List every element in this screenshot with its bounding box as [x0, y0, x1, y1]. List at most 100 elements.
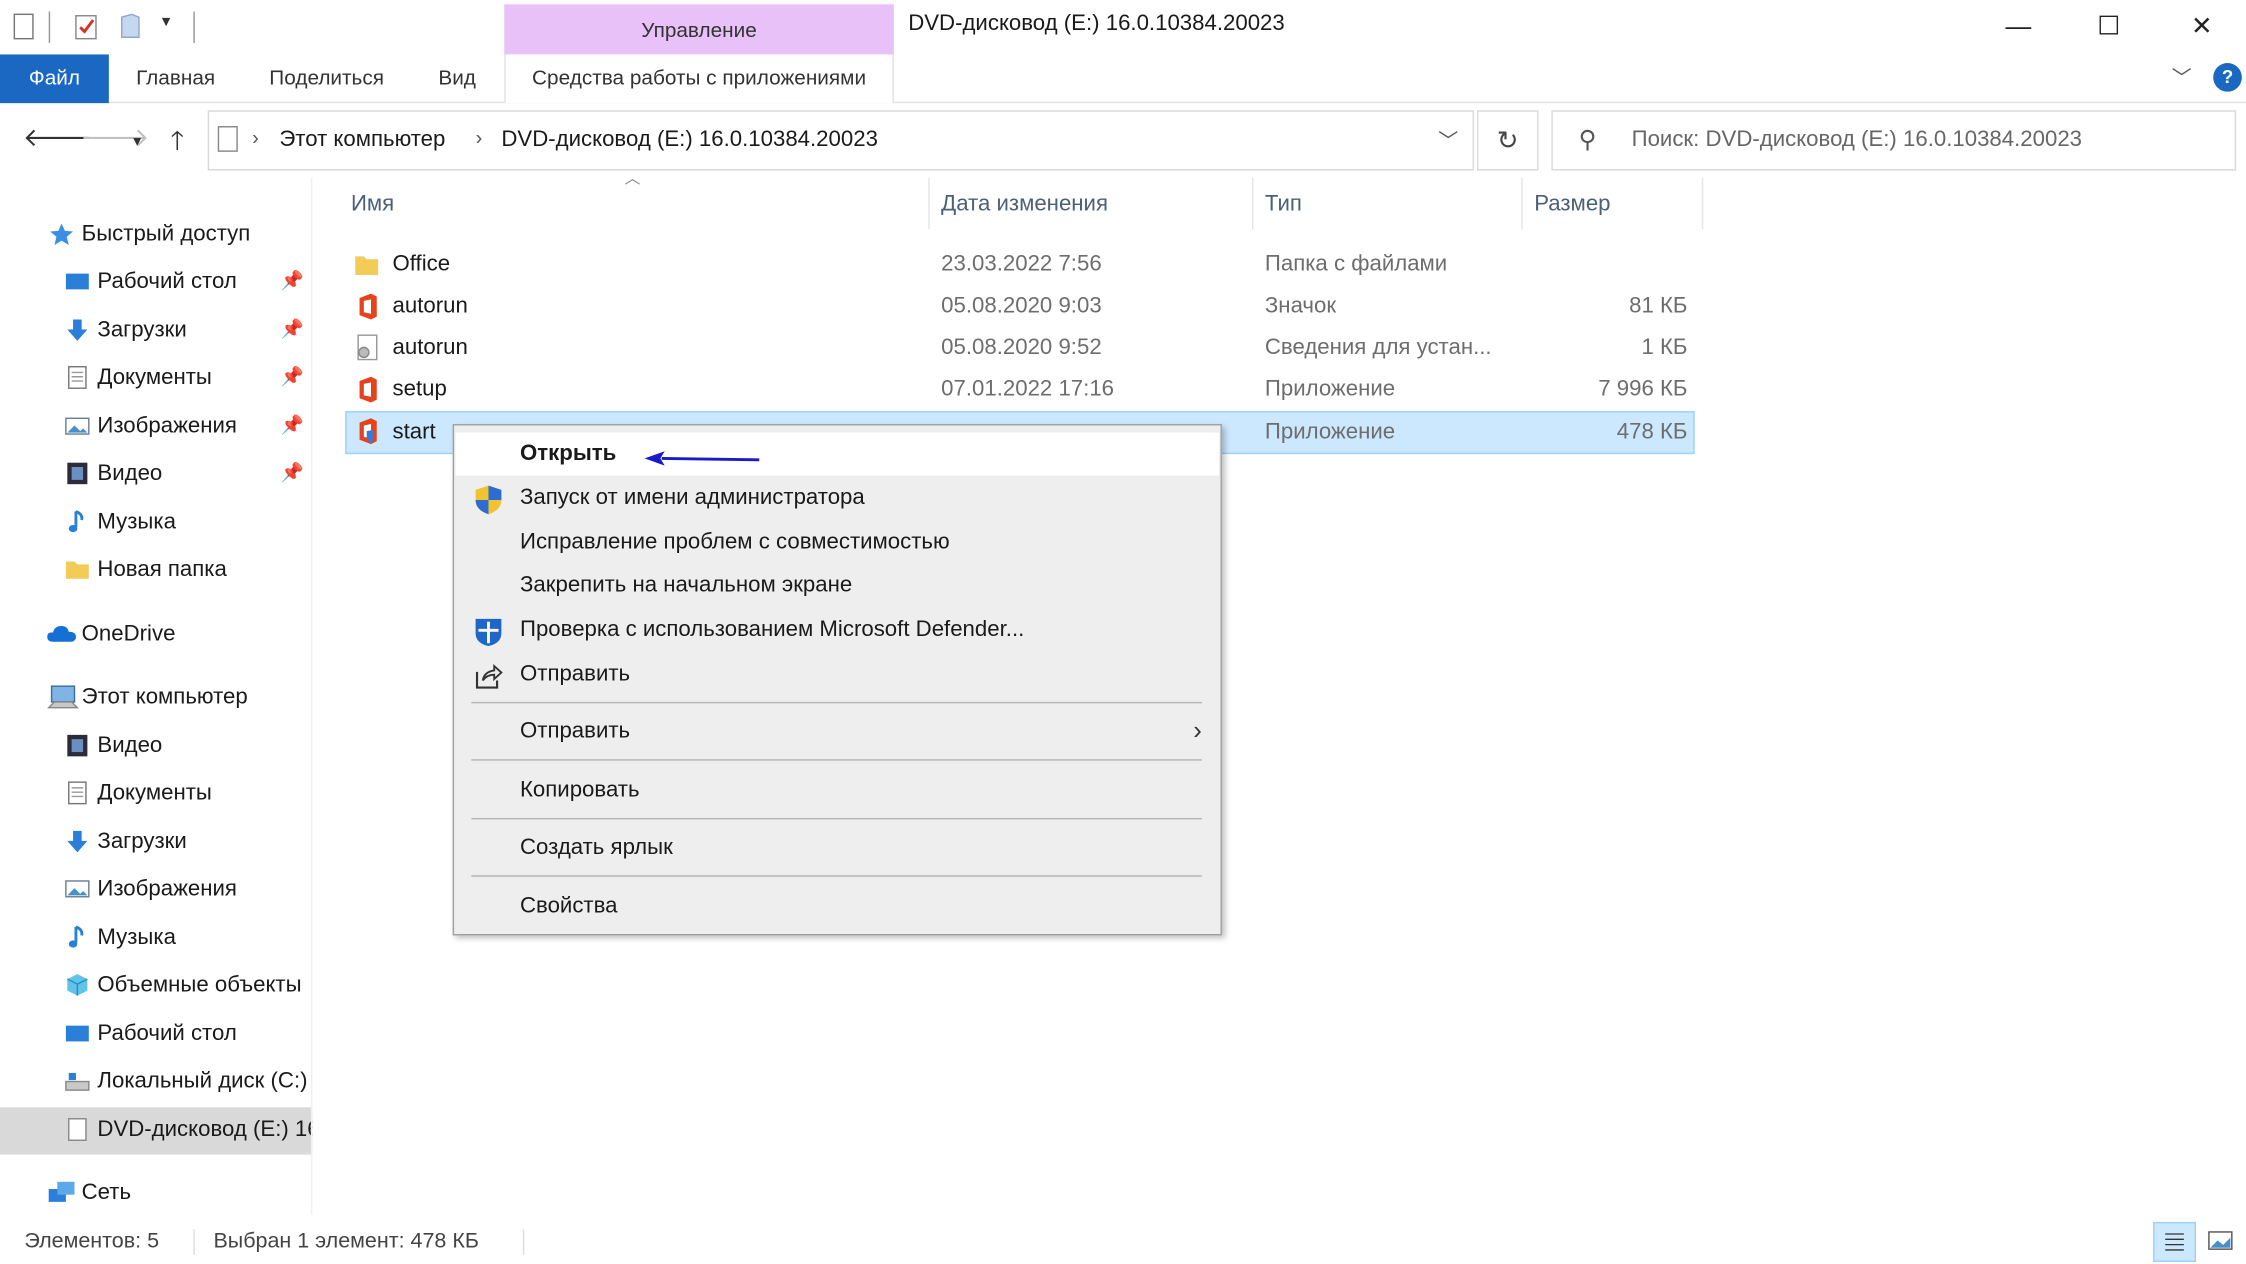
- sidebar-item-label: Музыка: [97, 509, 176, 535]
- sidebar-item-new-folder[interactable]: Новая папка: [0, 547, 312, 594]
- sidebar-item-network[interactable]: Сеть: [0, 1170, 312, 1217]
- pin-icon[interactable]: 📌: [281, 461, 304, 484]
- sidebar-item-onedrive[interactable]: OneDrive: [0, 612, 312, 659]
- breadcrumb-dvd-drive[interactable]: DVD-дисковод (E:) 16.0.10384.20023: [501, 127, 878, 153]
- file-date: 07.01.2022 17:16: [941, 376, 1115, 402]
- column-header-type[interactable]: Тип: [1265, 192, 1302, 246]
- tab-share[interactable]: Поделиться: [269, 54, 384, 103]
- divider: [48, 11, 51, 43]
- file-name: Office: [392, 252, 451, 277]
- refresh-icon[interactable]: ↻: [1476, 110, 1539, 171]
- details-view-icon[interactable]: [2153, 1221, 2197, 1263]
- column-header-name[interactable]: Имя: [351, 192, 394, 246]
- video-icon: [67, 462, 88, 485]
- address-bar[interactable]: › Этот компьютер › DVD-дисковод (E:) 16.…: [207, 110, 1475, 171]
- sidebar-item-3d-objects[interactable]: Объемные объекты: [0, 963, 312, 1010]
- pane-divider[interactable]: [310, 177, 313, 1215]
- sidebar-item-music[interactable]: Музыка: [0, 500, 312, 547]
- search-placeholder: Поиск: DVD-дисковод (E:) 16.0.10384.2002…: [1631, 127, 2083, 152]
- customize-toolbar-dropdown[interactable]: ▼: [159, 14, 173, 30]
- new-folder-icon[interactable]: [117, 13, 143, 42]
- tab-home[interactable]: Главная: [136, 54, 215, 103]
- sidebar-item-dvd-drive[interactable]: DVD-дисковод (E:) 16.0.10384.20023: [0, 1107, 313, 1155]
- file-row[interactable]: Office 23.03.2022 7:56 Папка с файлами: [345, 245, 1694, 287]
- menu-item-label: Закрепить на начальном экране: [519, 573, 853, 598]
- menu-item-label: Проверка с использованием Microsoft Defe…: [519, 617, 1025, 642]
- menu-item-pin-start[interactable]: Закрепить на начальном экране: [456, 564, 1220, 607]
- menu-item-properties[interactable]: Свойства: [456, 885, 1220, 928]
- item-count: Элементов: 5: [24, 1229, 160, 1254]
- address-dropdown-chevron-icon[interactable]: ﹀: [1438, 126, 1458, 155]
- menu-item-troubleshoot[interactable]: Исправление проблем с совместимостью: [456, 521, 1220, 564]
- column-header-date[interactable]: Дата изменения: [941, 192, 1108, 246]
- submenu-chevron-icon: ›: [1193, 716, 1202, 745]
- hard-drive-icon: [65, 1072, 90, 1091]
- search-input[interactable]: ⚲ Поиск: DVD-дисковод (E:) 16.0.10384.20…: [1551, 110, 2237, 171]
- menu-item-open[interactable]: Открыть: [455, 432, 1220, 476]
- pin-icon[interactable]: 📌: [281, 318, 304, 341]
- large-icons-view-icon[interactable]: [2200, 1222, 2243, 1262]
- sidebar-item-pc-music[interactable]: Музыка: [0, 915, 312, 962]
- sidebar-item-pc-desktop[interactable]: Рабочий стол: [0, 1011, 312, 1058]
- tab-manage[interactable]: Управление: [504, 4, 894, 55]
- column-divider[interactable]: [1521, 177, 1523, 230]
- sidebar-item-label: OneDrive: [81, 621, 176, 647]
- divider: [193, 11, 195, 43]
- folder-icon: [65, 561, 89, 579]
- menu-item-run-as-admin[interactable]: Запуск от имени администратора: [456, 477, 1220, 520]
- checklist-icon[interactable]: [73, 13, 99, 42]
- sidebar-item-label: Музыка: [97, 925, 176, 950]
- menu-item-copy[interactable]: Копировать: [456, 769, 1220, 812]
- sidebar-item-pc-documents[interactable]: Документы: [0, 771, 312, 818]
- menu-item-defender-scan[interactable]: Проверка с использованием Microsoft Defe…: [456, 609, 1220, 652]
- file-row[interactable]: setup 07.01.2022 17:16 Приложение 7 996 …: [345, 370, 1694, 412]
- desktop-icon: [65, 1025, 89, 1042]
- tab-view[interactable]: Вид: [438, 54, 476, 103]
- breadcrumb-chevron-icon[interactable]: ›: [252, 126, 259, 149]
- office-icon: [359, 376, 377, 403]
- sidebar-item-pictures[interactable]: Изображения 📌: [0, 404, 312, 451]
- column-divider[interactable]: [928, 177, 930, 230]
- breadcrumb-this-pc[interactable]: Этот компьютер: [279, 127, 445, 153]
- recent-locations-chevron-icon[interactable]: ▾: [133, 132, 141, 150]
- menu-item-create-shortcut[interactable]: Создать ярлык: [456, 827, 1220, 870]
- expand-ribbon-chevron-icon[interactable]: ﹀: [2172, 63, 2192, 92]
- menu-item-share[interactable]: Отправить: [456, 653, 1220, 696]
- column-divider[interactable]: [1252, 177, 1254, 230]
- sidebar-item-pc-pictures[interactable]: Изображения: [0, 867, 312, 914]
- close-button[interactable]: ✕: [2169, 6, 2235, 46]
- menu-separator: [471, 875, 1202, 877]
- pin-icon[interactable]: 📌: [281, 414, 304, 437]
- help-icon[interactable]: ?: [2213, 63, 2242, 92]
- menu-item-label: Отправить: [519, 719, 631, 744]
- sidebar-item-documents[interactable]: Документы 📌: [0, 355, 312, 402]
- up-arrow-icon[interactable]: 🡑: [170, 123, 183, 166]
- tab-file[interactable]: Файл: [0, 54, 109, 104]
- properties-icon[interactable]: [11, 13, 37, 42]
- sidebar-item-pc-videos[interactable]: Видео: [0, 723, 312, 770]
- menu-item-label: Свойства: [519, 893, 618, 919]
- sidebar-item-pc-downloads[interactable]: Загрузки: [0, 819, 312, 866]
- file-row[interactable]: autorun 05.08.2020 9:03 Значок 81 КБ: [345, 287, 1694, 329]
- sidebar-item-downloads[interactable]: Загрузки 📌: [0, 308, 312, 355]
- pin-icon[interactable]: 📌: [281, 365, 304, 388]
- file-row[interactable]: autorun 05.08.2020 9:52 Сведения для уст…: [345, 328, 1694, 370]
- sidebar-item-quick-access[interactable]: Быстрый доступ: [0, 212, 312, 259]
- menu-item-label: Отправить: [519, 661, 631, 687]
- tab-app-tools[interactable]: Средства работы с приложениями: [504, 54, 894, 104]
- menu-item-label: Копировать: [519, 777, 640, 803]
- column-header-size[interactable]: Размер: [1534, 192, 1610, 246]
- sidebar-item-local-disk-c[interactable]: Локальный диск (C:): [0, 1059, 312, 1106]
- minimize-button[interactable]: —: [1985, 6, 2051, 46]
- menu-item-send-to[interactable]: Отправить ›: [456, 711, 1220, 754]
- breadcrumb-chevron-icon[interactable]: ›: [476, 126, 483, 149]
- file-size: 81 КБ: [1629, 293, 1688, 319]
- sidebar-item-desktop[interactable]: Рабочий стол 📌: [0, 259, 312, 306]
- sidebar-item-this-pc[interactable]: Этот компьютер: [0, 675, 312, 722]
- sidebar-item-videos[interactable]: Видео 📌: [0, 451, 312, 498]
- column-divider[interactable]: [1701, 177, 1704, 230]
- sidebar-item-label: Объемные объекты: [97, 972, 302, 998]
- maximize-button[interactable]: ☐: [2076, 6, 2142, 46]
- pin-icon[interactable]: 📌: [281, 269, 304, 292]
- file-name: start: [392, 419, 436, 445]
